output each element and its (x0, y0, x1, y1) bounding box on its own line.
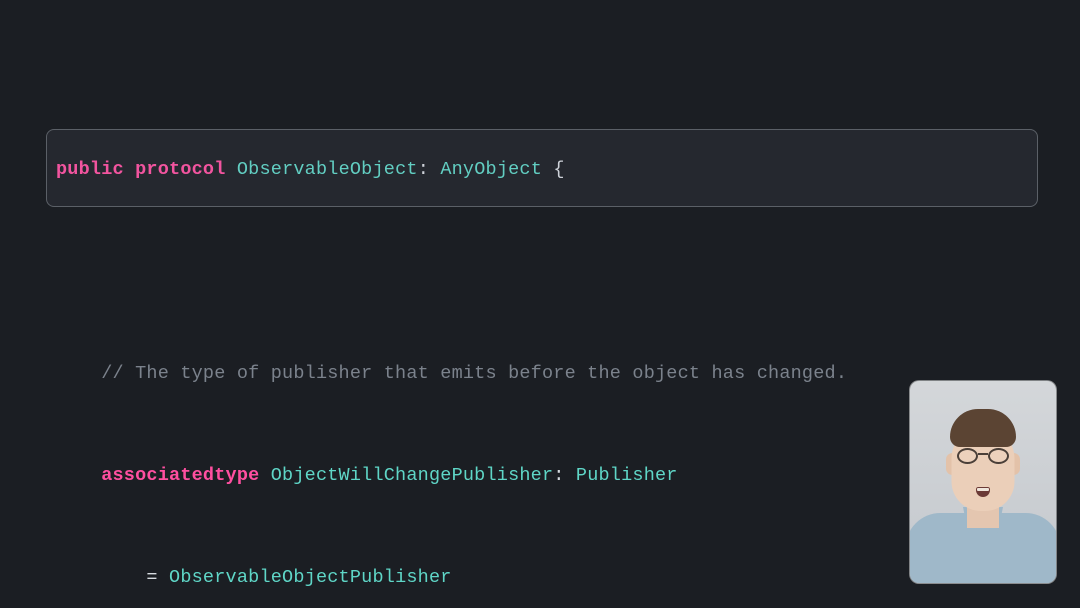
keyword-protocol: protocol (135, 159, 225, 180)
code-line (56, 259, 1080, 285)
type-name: ObjectWillChangePublisher (271, 465, 554, 486)
presenter-pip (909, 380, 1057, 584)
keyword-associatedtype: associatedtype (56, 465, 271, 486)
type-name: ObservableObject (237, 159, 418, 180)
type-name: Publisher (576, 465, 678, 486)
code-line: public protocol ObservableObject: AnyObj… (56, 157, 1080, 183)
type-name: AnyObject (440, 159, 542, 180)
type-name: ObservableObjectPublisher (169, 567, 452, 588)
keyword-public: public (56, 159, 124, 180)
